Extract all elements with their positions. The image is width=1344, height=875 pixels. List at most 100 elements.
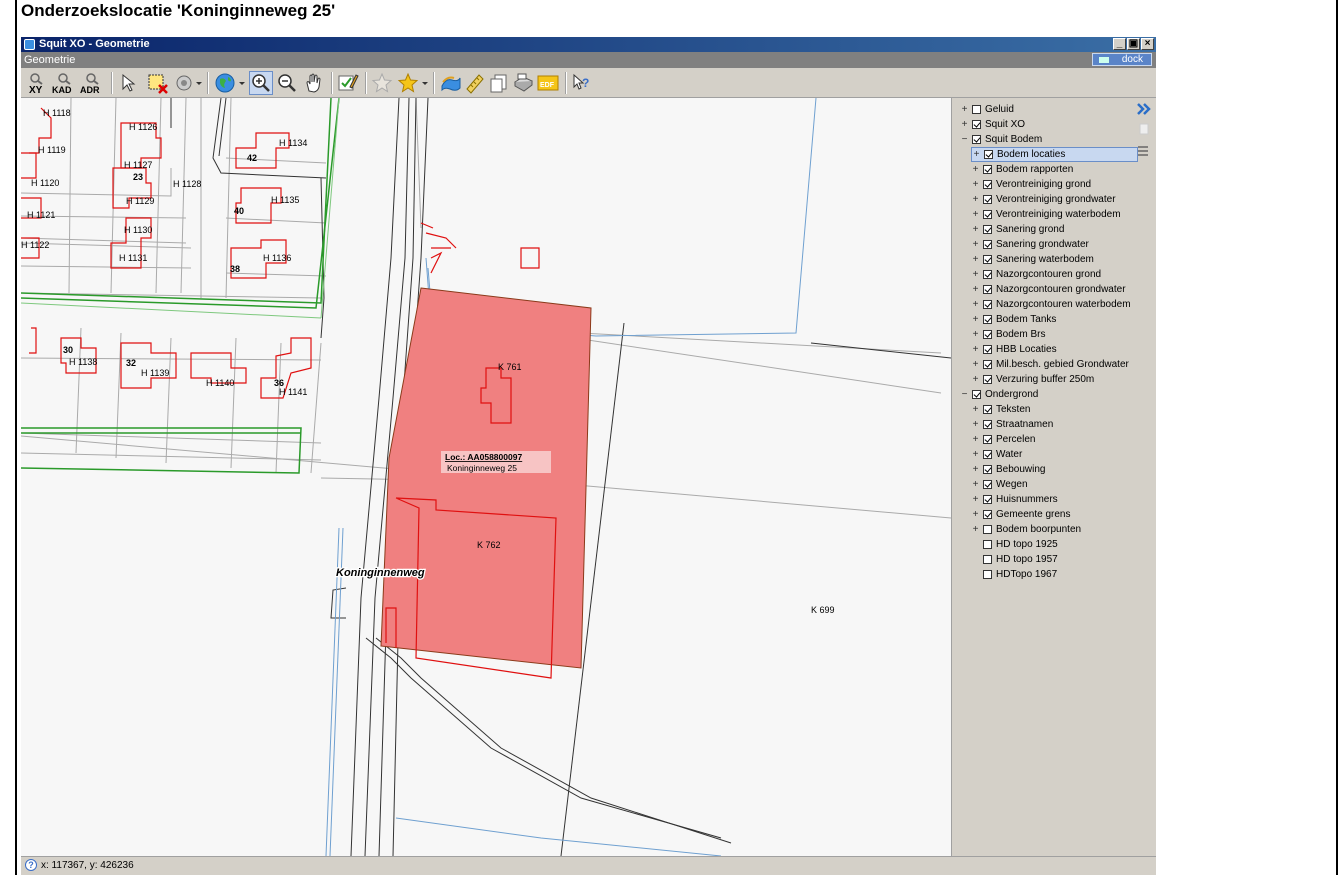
adr-search-button[interactable]: ADR [79,71,107,95]
layer-checkbox[interactable] [983,180,992,189]
layer-expander[interactable]: + [960,119,969,130]
layer-checkbox[interactable] [983,465,992,474]
layer-item[interactable]: + Bodem Brs [971,327,1046,342]
layer-expander[interactable]: + [971,299,980,310]
layer-expander[interactable]: + [972,149,981,160]
layer-expander[interactable]: + [971,464,980,475]
layer-item[interactable]: + Water [971,447,1023,462]
clear-selection-button[interactable] [144,71,172,95]
kad-search-button[interactable]: KAD [51,71,79,95]
layer-item[interactable]: + Nazorgcontouren grond [971,267,1102,282]
layer-item[interactable]: − Squit Bodem [960,132,1043,147]
collapse-panel-icon[interactable] [1137,103,1151,115]
layer-checkbox[interactable] [983,255,992,264]
location-polygon[interactable] [380,287,592,669]
layer-expander[interactable]: + [971,194,980,205]
layer-expander[interactable]: + [971,509,980,520]
layer-item[interactable]: + Squit XO [960,117,1025,132]
layer-item[interactable]: + Verontreiniging waterbodem [971,207,1121,222]
layer-checkbox[interactable] [983,195,992,204]
map-canvas[interactable]: H 1118 H 1126 H 1119 H 1127 23 H 1120 H … [21,98,951,856]
maximize-button[interactable]: ▣ [1127,38,1140,50]
layer-checkbox[interactable] [983,285,992,294]
zoom-in-button[interactable] [249,71,273,95]
layer-item[interactable]: HDTopo 1967 [971,567,1057,582]
layer-expander[interactable]: + [971,314,980,325]
layer-expander[interactable]: + [971,179,980,190]
layer-checkbox[interactable] [983,555,992,564]
layer-item[interactable]: + Huisnummers [971,492,1058,507]
map-view[interactable]: H 1118 H 1126 H 1119 H 1127 23 H 1120 H … [21,98,951,856]
layer-expander[interactable]: + [971,434,980,445]
close-button[interactable]: × [1141,38,1154,50]
dock-button[interactable]: dock [1092,53,1152,66]
layer-checkbox[interactable] [983,525,992,534]
layer-checkbox[interactable] [983,300,992,309]
layer-checkbox[interactable] [983,570,992,579]
layer-item[interactable]: + Gemeente grens [971,507,1071,522]
layer-checkbox[interactable] [983,540,992,549]
layer-expander[interactable]: + [971,164,980,175]
layer-expander[interactable]: + [960,104,969,115]
layer-item[interactable]: + HBB Locaties [971,342,1057,357]
layer-button[interactable] [439,71,463,95]
layer-expander[interactable]: + [971,209,980,220]
layer-checkbox[interactable] [983,225,992,234]
layer-item[interactable]: HD topo 1957 [971,552,1058,567]
help-button[interactable]: ? [569,71,595,95]
layer-expander[interactable]: + [971,479,980,490]
layer-item[interactable]: + Nazorgcontouren waterbodem [971,297,1131,312]
layer-expander[interactable]: + [971,404,980,415]
layer-checkbox[interactable] [983,315,992,324]
layer-checkbox[interactable] [983,240,992,249]
layer-expander[interactable]: + [971,449,980,460]
layer-item[interactable]: + Verontreiniging grondwater [971,192,1116,207]
layer-expander[interactable]: + [971,254,980,265]
layer-item[interactable]: + Geluid [960,102,1014,117]
layer-item[interactable]: + Wegen [971,477,1028,492]
layer-checkbox[interactable] [983,165,992,174]
layer-checkbox[interactable] [972,135,981,144]
layer-checkbox[interactable] [983,405,992,414]
layer-checkbox[interactable] [984,150,993,159]
layer-checkbox[interactable] [983,435,992,444]
edit-geometry-button[interactable] [335,71,361,95]
layer-checkbox[interactable] [983,210,992,219]
layer-item[interactable]: + Sanering waterbodem [971,252,1094,267]
layer-expander[interactable]: + [971,239,980,250]
layer-checkbox[interactable] [972,120,981,129]
zoom-out-button[interactable] [275,71,299,95]
globe-button[interactable] [212,71,246,95]
layer-item[interactable]: + Bebouwing [971,462,1046,477]
layer-item[interactable]: + Sanering grondwater [971,237,1089,252]
copy-button[interactable] [487,71,511,95]
layer-checkbox[interactable] [983,450,992,459]
layer-item[interactable]: + Bodem boorpunten [971,522,1082,537]
layer-item[interactable]: + Bodem rapporten [971,162,1074,177]
edf-export-button[interactable]: EDF [535,71,561,95]
layer-item[interactable]: + Bodem locaties [971,147,1138,162]
layer-expander[interactable]: + [971,374,980,385]
layer-expander[interactable]: + [971,494,980,505]
layer-checkbox[interactable] [983,420,992,429]
layer-expander[interactable]: + [971,344,980,355]
favorite-disabled-button[interactable] [369,71,395,95]
layer-expander[interactable]: + [971,419,980,430]
layer-item[interactable]: + Straatnamen [971,417,1054,432]
help-icon[interactable]: ? [25,859,37,871]
legend-list-icon[interactable] [1138,146,1148,156]
layer-item[interactable]: + Percelen [971,432,1036,447]
layer-checkbox[interactable] [972,390,981,399]
layer-item[interactable]: + Verontreiniging grond [971,177,1092,192]
layer-checkbox[interactable] [972,105,981,114]
layer-item[interactable]: + Verzuring buffer 250m [971,372,1095,387]
select-pointer-button[interactable] [116,71,142,95]
layer-checkbox[interactable] [983,375,992,384]
layer-checkbox[interactable] [983,360,992,369]
layer-item[interactable]: + Nazorgcontouren grondwater [971,282,1126,297]
layer-expander[interactable]: + [971,524,980,535]
layer-checkbox[interactable] [983,510,992,519]
layer-item[interactable]: + Bodem Tanks [971,312,1057,327]
print-button[interactable] [511,71,535,95]
favorites-button[interactable] [395,71,429,95]
